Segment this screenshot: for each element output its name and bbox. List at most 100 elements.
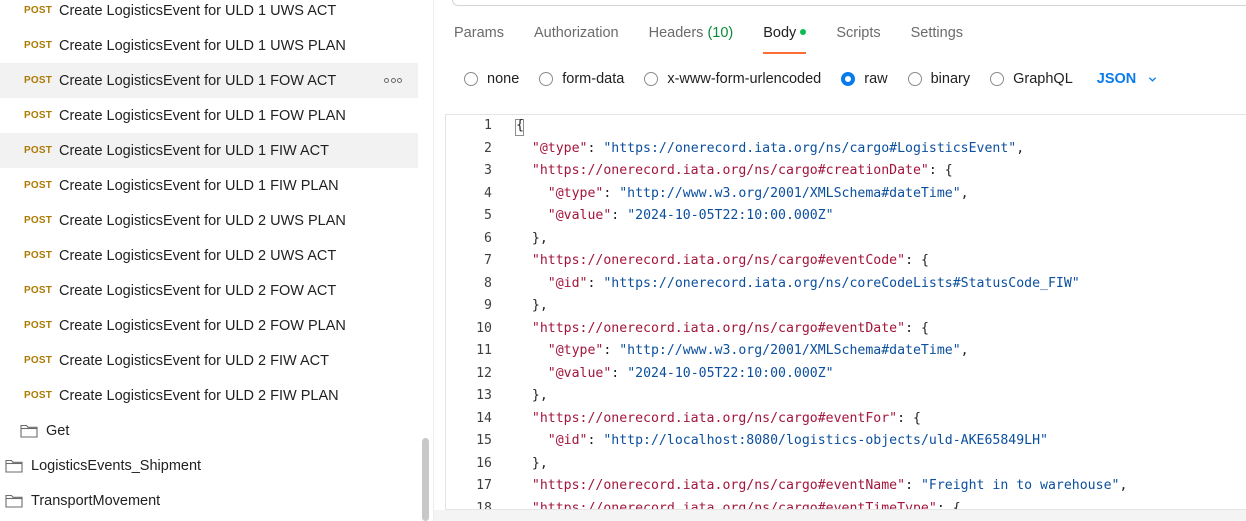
folder-logisticsevents-shipment[interactable]: LogisticsEvents_Shipment — [5, 448, 201, 483]
code-line: 12 "@value": "2024-10-05T22:10:00.000Z" — [446, 363, 1246, 386]
body-type-raw[interactable]: raw — [841, 71, 888, 87]
folder-label: LogisticsEvents_Shipment — [31, 457, 202, 474]
more-options-icon[interactable] — [384, 75, 402, 85]
code-line: 7 "https://onerecord.iata.org/ns/cargo#e… — [446, 250, 1246, 273]
request-name: Create LogisticsEvent for ULD 1 FOW ACT — [59, 72, 337, 89]
json-punctuation: }, — [516, 455, 548, 471]
request-name: Create LogisticsEvent for ULD 2 FIW PLAN — [59, 387, 339, 404]
tab-authorization[interactable]: Authorization — [534, 22, 619, 54]
code-text: "@value": "2024-10-05T22:10:00.000Z" — [516, 205, 834, 228]
body-type-urlencoded[interactable]: x-www-form-urlencoded — [644, 71, 821, 87]
code-line: 14 "https://onerecord.iata.org/ns/cargo#… — [446, 408, 1246, 431]
code-text: "https://onerecord.iata.org/ns/cargo#eve… — [516, 250, 929, 273]
json-punctuation — [516, 433, 548, 448]
code-text: }, — [516, 228, 548, 251]
radio-button[interactable] — [464, 72, 478, 86]
code-line: 4 "@type": "http://www.w3.org/2001/XMLSc… — [446, 183, 1246, 206]
request-name: Create LogisticsEvent for ULD 2 FIW ACT — [59, 352, 329, 369]
radio-label: none — [487, 71, 520, 87]
json-punctuation: : — [603, 343, 620, 358]
json-key: "@type" — [531, 140, 588, 156]
body-type-selector: none form-data x-www-form-urlencoded raw… — [464, 68, 1157, 90]
json-string: "https://onerecord.iata.org/ns/cargo#Log… — [603, 140, 1017, 156]
sidebar-request-item[interactable]: POST Create LogisticsEvent for ULD 1 FOW … — [0, 98, 418, 133]
request-name: Create LogisticsEvent for ULD 1 UWS PLAN — [59, 37, 346, 54]
request-panel: Params Authorization Headers (10) Body S… — [434, 0, 1246, 521]
sidebar-request-item[interactable]: POST Create LogisticsEvent for ULD 1 FIW … — [0, 133, 418, 168]
radio-label: x-www-form-urlencoded — [667, 71, 822, 87]
request-name: Create LogisticsEvent for ULD 2 UWS ACT — [59, 247, 337, 264]
code-text: "@id": "https://onerecord.iata.org/ns/co… — [516, 273, 1080, 296]
radio-button[interactable] — [990, 72, 1005, 86]
json-punctuation: : — [587, 275, 604, 291]
chevron-down-icon — [1149, 76, 1157, 82]
folder-label: Get — [46, 422, 70, 439]
sidebar-scrollbar[interactable] — [422, 438, 429, 521]
tab-settings[interactable]: Settings — [911, 22, 963, 54]
json-punctuation: : { — [936, 500, 961, 510]
json-punctuation — [516, 366, 548, 381]
editor-horizontal-scrollbar[interactable] — [434, 510, 1246, 521]
tab-headers[interactable]: Headers (10) — [649, 22, 734, 54]
radio-button[interactable] — [644, 72, 659, 86]
json-punctuation — [516, 208, 548, 223]
code-line: 2 "@type": "https://onerecord.iata.org/n… — [446, 138, 1246, 161]
line-number: 9 — [484, 298, 492, 313]
tab-body[interactable]: Body — [763, 22, 807, 54]
sidebar-request-item[interactable]: POST Create LogisticsEvent for ULD 2 UWS … — [0, 238, 418, 273]
tab-label: Authorization — [533, 25, 619, 41]
body-type-none[interactable]: none — [464, 71, 519, 87]
sidebar-request-item[interactable]: POST Create LogisticsEvent for ULD 1 FIW … — [0, 168, 418, 203]
code-text: "https://onerecord.iata.org/ns/cargo#eve… — [516, 475, 1128, 498]
http-method-badge: POST — [24, 250, 53, 261]
json-punctuation — [516, 501, 532, 510]
code-line: 5 "@value": "2024-10-05T22:10:00.000Z" — [446, 205, 1246, 228]
body-type-form-data[interactable]: form-data — [539, 71, 624, 87]
code-text: "https://onerecord.iata.org/ns/cargo#eve… — [516, 498, 961, 510]
modified-dot-icon — [800, 29, 807, 36]
sidebar-request-item[interactable]: POST Create LogisticsEvent for ULD 2 FIW … — [0, 378, 418, 413]
json-punctuation: : — [587, 140, 604, 156]
sidebar-request-item[interactable]: POST Create LogisticsEvent for ULD 1 FOW … — [0, 63, 418, 98]
code-text: "@type": "http://www.w3.org/2001/XMLSche… — [516, 183, 969, 206]
line-number: 12 — [476, 365, 492, 381]
request-name: Create LogisticsEvent for ULD 1 FIW PLAN — [59, 177, 339, 194]
sidebar-request-item[interactable]: POST Create LogisticsEvent for ULD 2 FIW … — [0, 343, 418, 378]
line-number: 10 — [476, 320, 492, 336]
sidebar-request-item[interactable]: POST Create LogisticsEvent for ULD 1 UWS … — [0, 0, 418, 28]
radio-button[interactable] — [907, 72, 922, 86]
folder-icon — [5, 458, 23, 473]
code-line: 13 }, — [446, 385, 1246, 408]
code-line: 6 }, — [446, 228, 1246, 251]
sidebar-request-item[interactable]: POST Create LogisticsEvent for ULD 2 FOW … — [0, 273, 418, 308]
line-number: 1 — [484, 118, 492, 133]
body-type-graphql[interactable]: GraphQL — [990, 71, 1073, 87]
sidebar-request-item[interactable]: POST Create LogisticsEvent for ULD 1 UWS … — [0, 28, 418, 63]
line-number: 11 — [476, 343, 492, 358]
radio-button-selected[interactable] — [841, 72, 856, 86]
line-number: 17 — [476, 478, 492, 493]
code-editor[interactable]: 1{2 "@type": "https://onerecord.iata.org… — [445, 114, 1246, 510]
code-line: 9 }, — [446, 295, 1246, 318]
radio-label: binary — [930, 71, 971, 87]
code-text: "@id": "http://localhost:8080/logistics-… — [516, 430, 1048, 453]
folder-get[interactable]: Get — [20, 413, 69, 448]
tab-params[interactable]: Params — [454, 22, 504, 54]
folder-label: TransportMovement — [31, 492, 161, 509]
json-punctuation — [516, 478, 532, 493]
json-key: "@value" — [547, 365, 612, 381]
radio-button[interactable] — [539, 72, 554, 86]
json-punctuation: }, — [516, 298, 548, 313]
body-type-binary[interactable]: binary — [907, 71, 971, 87]
json-punctuation: : — [611, 208, 628, 223]
code-line: 16 }, — [446, 453, 1246, 476]
sidebar-request-item[interactable]: POST Create LogisticsEvent for ULD 2 FOW … — [0, 308, 418, 343]
folder-transportmovement[interactable]: TransportMovement — [5, 483, 160, 518]
tab-scripts[interactable]: Scripts — [836, 22, 880, 54]
line-number: 6 — [484, 230, 492, 246]
language-dropdown[interactable]: JSON — [1097, 71, 1158, 87]
line-number: 8 — [484, 275, 492, 291]
sidebar-request-item[interactable]: POST Create LogisticsEvent for ULD 2 UWS … — [0, 203, 418, 238]
json-key: "https://onerecord.iata.org/ns/cargo#eve… — [531, 478, 906, 493]
url-bar[interactable] — [452, 0, 1246, 6]
